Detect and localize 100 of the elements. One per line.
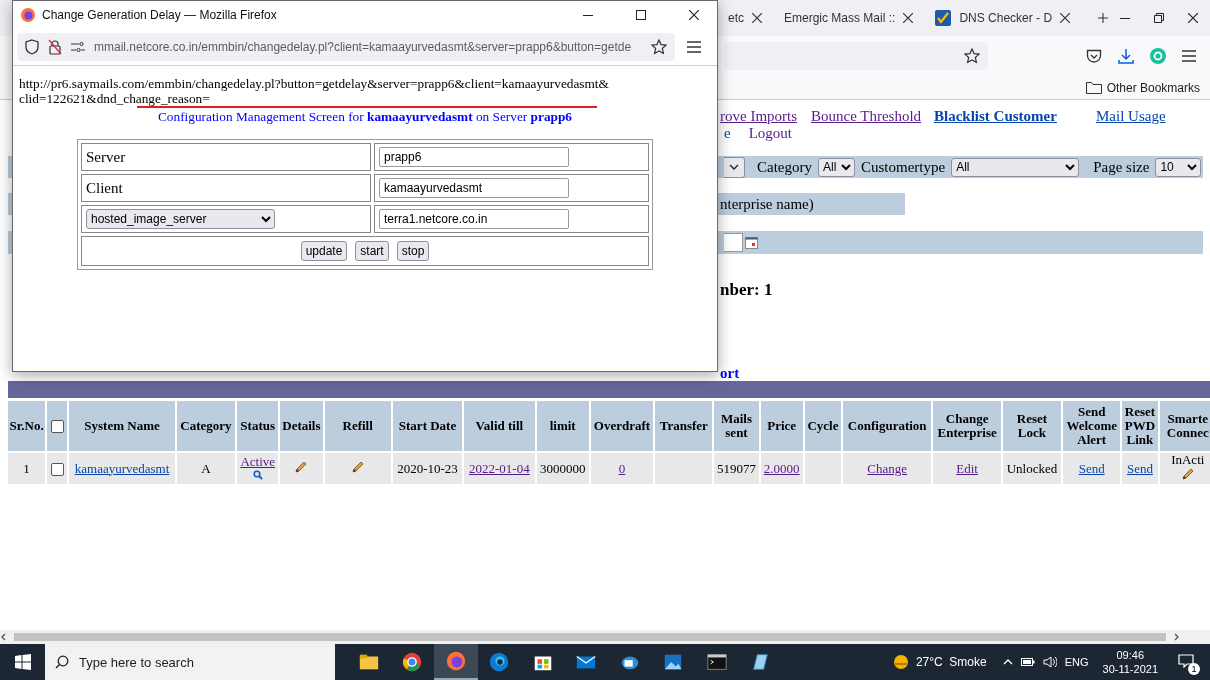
nav-link[interactable]: Blacklist Customer — [934, 108, 1057, 125]
pencil-icon[interactable] — [1180, 467, 1195, 481]
nav-link[interactable]: Logout — [748, 125, 792, 142]
checkbox[interactable] — [50, 420, 64, 434]
shield-icon[interactable] — [25, 39, 39, 55]
download-icon[interactable] — [1118, 48, 1134, 64]
new-tab-icon[interactable] — [1098, 12, 1108, 24]
column-header: Overdraft — [593, 418, 651, 433]
bookmark-folder[interactable]: Other Bookmarks — [1085, 80, 1200, 95]
tab-title: Emergic Mass Mail :: — [784, 11, 896, 25]
text-field[interactable]: kamaayurvedasmt — [379, 178, 569, 198]
server-type-dropdown[interactable]: hosted_image_server — [86, 209, 275, 229]
clock-time: 09:46 — [1116, 648, 1145, 662]
cell-link[interactable]: Edit — [956, 460, 978, 476]
weather-text[interactable]: 27°C Smoke — [915, 655, 987, 669]
filter-text: nterprise name) — [720, 195, 814, 213]
column-header: Valid till — [475, 418, 524, 433]
column-header: Refill — [342, 418, 373, 433]
column-header: Reset PWD Link — [1124, 404, 1156, 447]
browser-tab[interactable]: Emergic Mass Mail :: — [776, 4, 922, 32]
browser-icon[interactable] — [488, 651, 511, 673]
nav-link[interactable]: rove Imports — [720, 108, 798, 125]
column-header: Smarte Connec — [1166, 411, 1209, 440]
column-header: Change Enterprise — [937, 411, 997, 440]
start-icon[interactable] — [14, 654, 31, 670]
close-icon[interactable] — [903, 13, 914, 23]
window-title: Change Generation Delay — Mozilla Firefox — [42, 8, 278, 22]
browser-tab[interactable]: etc — [720, 4, 770, 32]
lock-icon[interactable] — [48, 39, 62, 55]
notification-icon[interactable] — [1178, 653, 1194, 668]
tab-title: etc — [728, 11, 744, 25]
checkbox[interactable] — [50, 462, 64, 476]
column-header: Transfer — [659, 418, 708, 433]
column-header: Start Date — [398, 418, 457, 433]
battery-icon[interactable] — [1020, 657, 1035, 667]
column-header: Mails sent — [721, 411, 753, 440]
url-text: mmail.netcore.co.in/emmbin/changedelay.pl?client=kamaayurvedasmt&server=prapp6&button=getde — [94, 40, 633, 54]
menu-icon[interactable] — [687, 41, 701, 53]
clock-date: 30-11-2021 — [1102, 662, 1158, 676]
pencil-icon[interactable] — [350, 460, 365, 474]
filter-dropdown[interactable]: 10 — [1155, 157, 1202, 177]
column-header: Price — [767, 418, 797, 433]
close-icon[interactable] — [689, 10, 699, 20]
pocket-icon[interactable] — [1086, 48, 1102, 64]
action-button[interactable]: update — [300, 241, 348, 261]
record-count: nber: 1 — [719, 280, 774, 300]
browser-logo-icon — [21, 8, 35, 22]
maximize-icon[interactable] — [636, 10, 646, 20]
cell-link[interactable]: 0 — [618, 460, 626, 476]
tab-title: DNS Checker - D — [959, 11, 1053, 25]
checkmark-icon — [935, 10, 952, 26]
browser-tab[interactable]: DNS Checker - D — [927, 4, 1079, 32]
nav-link[interactable]: Bounce Threshold — [811, 108, 922, 125]
permissions-icon[interactable] — [71, 42, 85, 52]
close-icon[interactable] — [752, 13, 762, 23]
table-cell: 1 — [23, 460, 30, 476]
close-icon[interactable] — [1188, 13, 1198, 23]
field-label: Server — [86, 149, 126, 165]
action-button[interactable]: start — [355, 241, 389, 261]
address-bar[interactable]: mmail.netcore.co.in/emmbin/changedelay.pl?client=kamaayurvedasmt&server=prapp6&button=getde — [17, 33, 675, 61]
table-cell: 519077 — [717, 460, 756, 476]
menu-icon[interactable] — [1182, 50, 1196, 62]
date-field[interactable] — [724, 233, 743, 252]
browser-icon[interactable] — [401, 651, 424, 673]
table-cell: 3000000 — [539, 460, 586, 476]
column-header: Configuration — [847, 418, 927, 433]
search-icon[interactable] — [252, 469, 263, 480]
search-placeholder: Type here to search — [79, 654, 194, 670]
scroll-left-icon[interactable] — [0, 633, 8, 641]
column-header: limit — [549, 418, 576, 433]
star-icon[interactable] — [964, 48, 980, 64]
terminal-icon[interactable] — [705, 651, 728, 673]
clock[interactable]: 09:46 30-11-2021 — [1102, 648, 1158, 676]
folder-icon — [1085, 81, 1102, 94]
filter-dropdown[interactable]: All — [818, 157, 855, 177]
filter-dropdown[interactable]: All — [951, 157, 1080, 177]
column-header: Details — [282, 418, 321, 433]
language-indicator[interactable]: ENG — [1064, 656, 1089, 668]
text-field[interactable]: prapp6 — [379, 147, 569, 167]
search-field[interactable]: Type here to search — [45, 644, 335, 680]
table-cell: Unlocked — [1006, 460, 1058, 476]
chevron-up-icon[interactable] — [1002, 659, 1013, 665]
minimize-icon[interactable] — [583, 14, 593, 16]
star-icon[interactable] — [651, 39, 667, 55]
scroll-right-icon[interactable] — [1172, 633, 1180, 641]
nav-link[interactable]: e — [724, 125, 731, 142]
calendar-icon[interactable] — [745, 236, 758, 249]
filter-label: Customertype — [861, 158, 946, 176]
restore-icon[interactable] — [1154, 13, 1164, 23]
screen-heading: Configuration Management Screen for kamaayurvedasmt on Server prapp6 — [157, 109, 573, 125]
text-field[interactable]: terra1.netcore.co.in — [379, 209, 569, 229]
pencil-icon[interactable] — [294, 460, 309, 474]
nav-link[interactable]: Mail Usage — [1096, 108, 1166, 125]
speaker-icon[interactable] — [1042, 656, 1057, 668]
action-button[interactable]: stop — [396, 241, 430, 261]
weather-icon[interactable] — [891, 653, 910, 671]
column-header: Send Welcome Alert — [1066, 404, 1117, 447]
minimize-icon[interactable] — [1120, 17, 1130, 19]
close-icon[interactable] — [1060, 13, 1071, 23]
report-link[interactable]: ort — [720, 365, 740, 381]
